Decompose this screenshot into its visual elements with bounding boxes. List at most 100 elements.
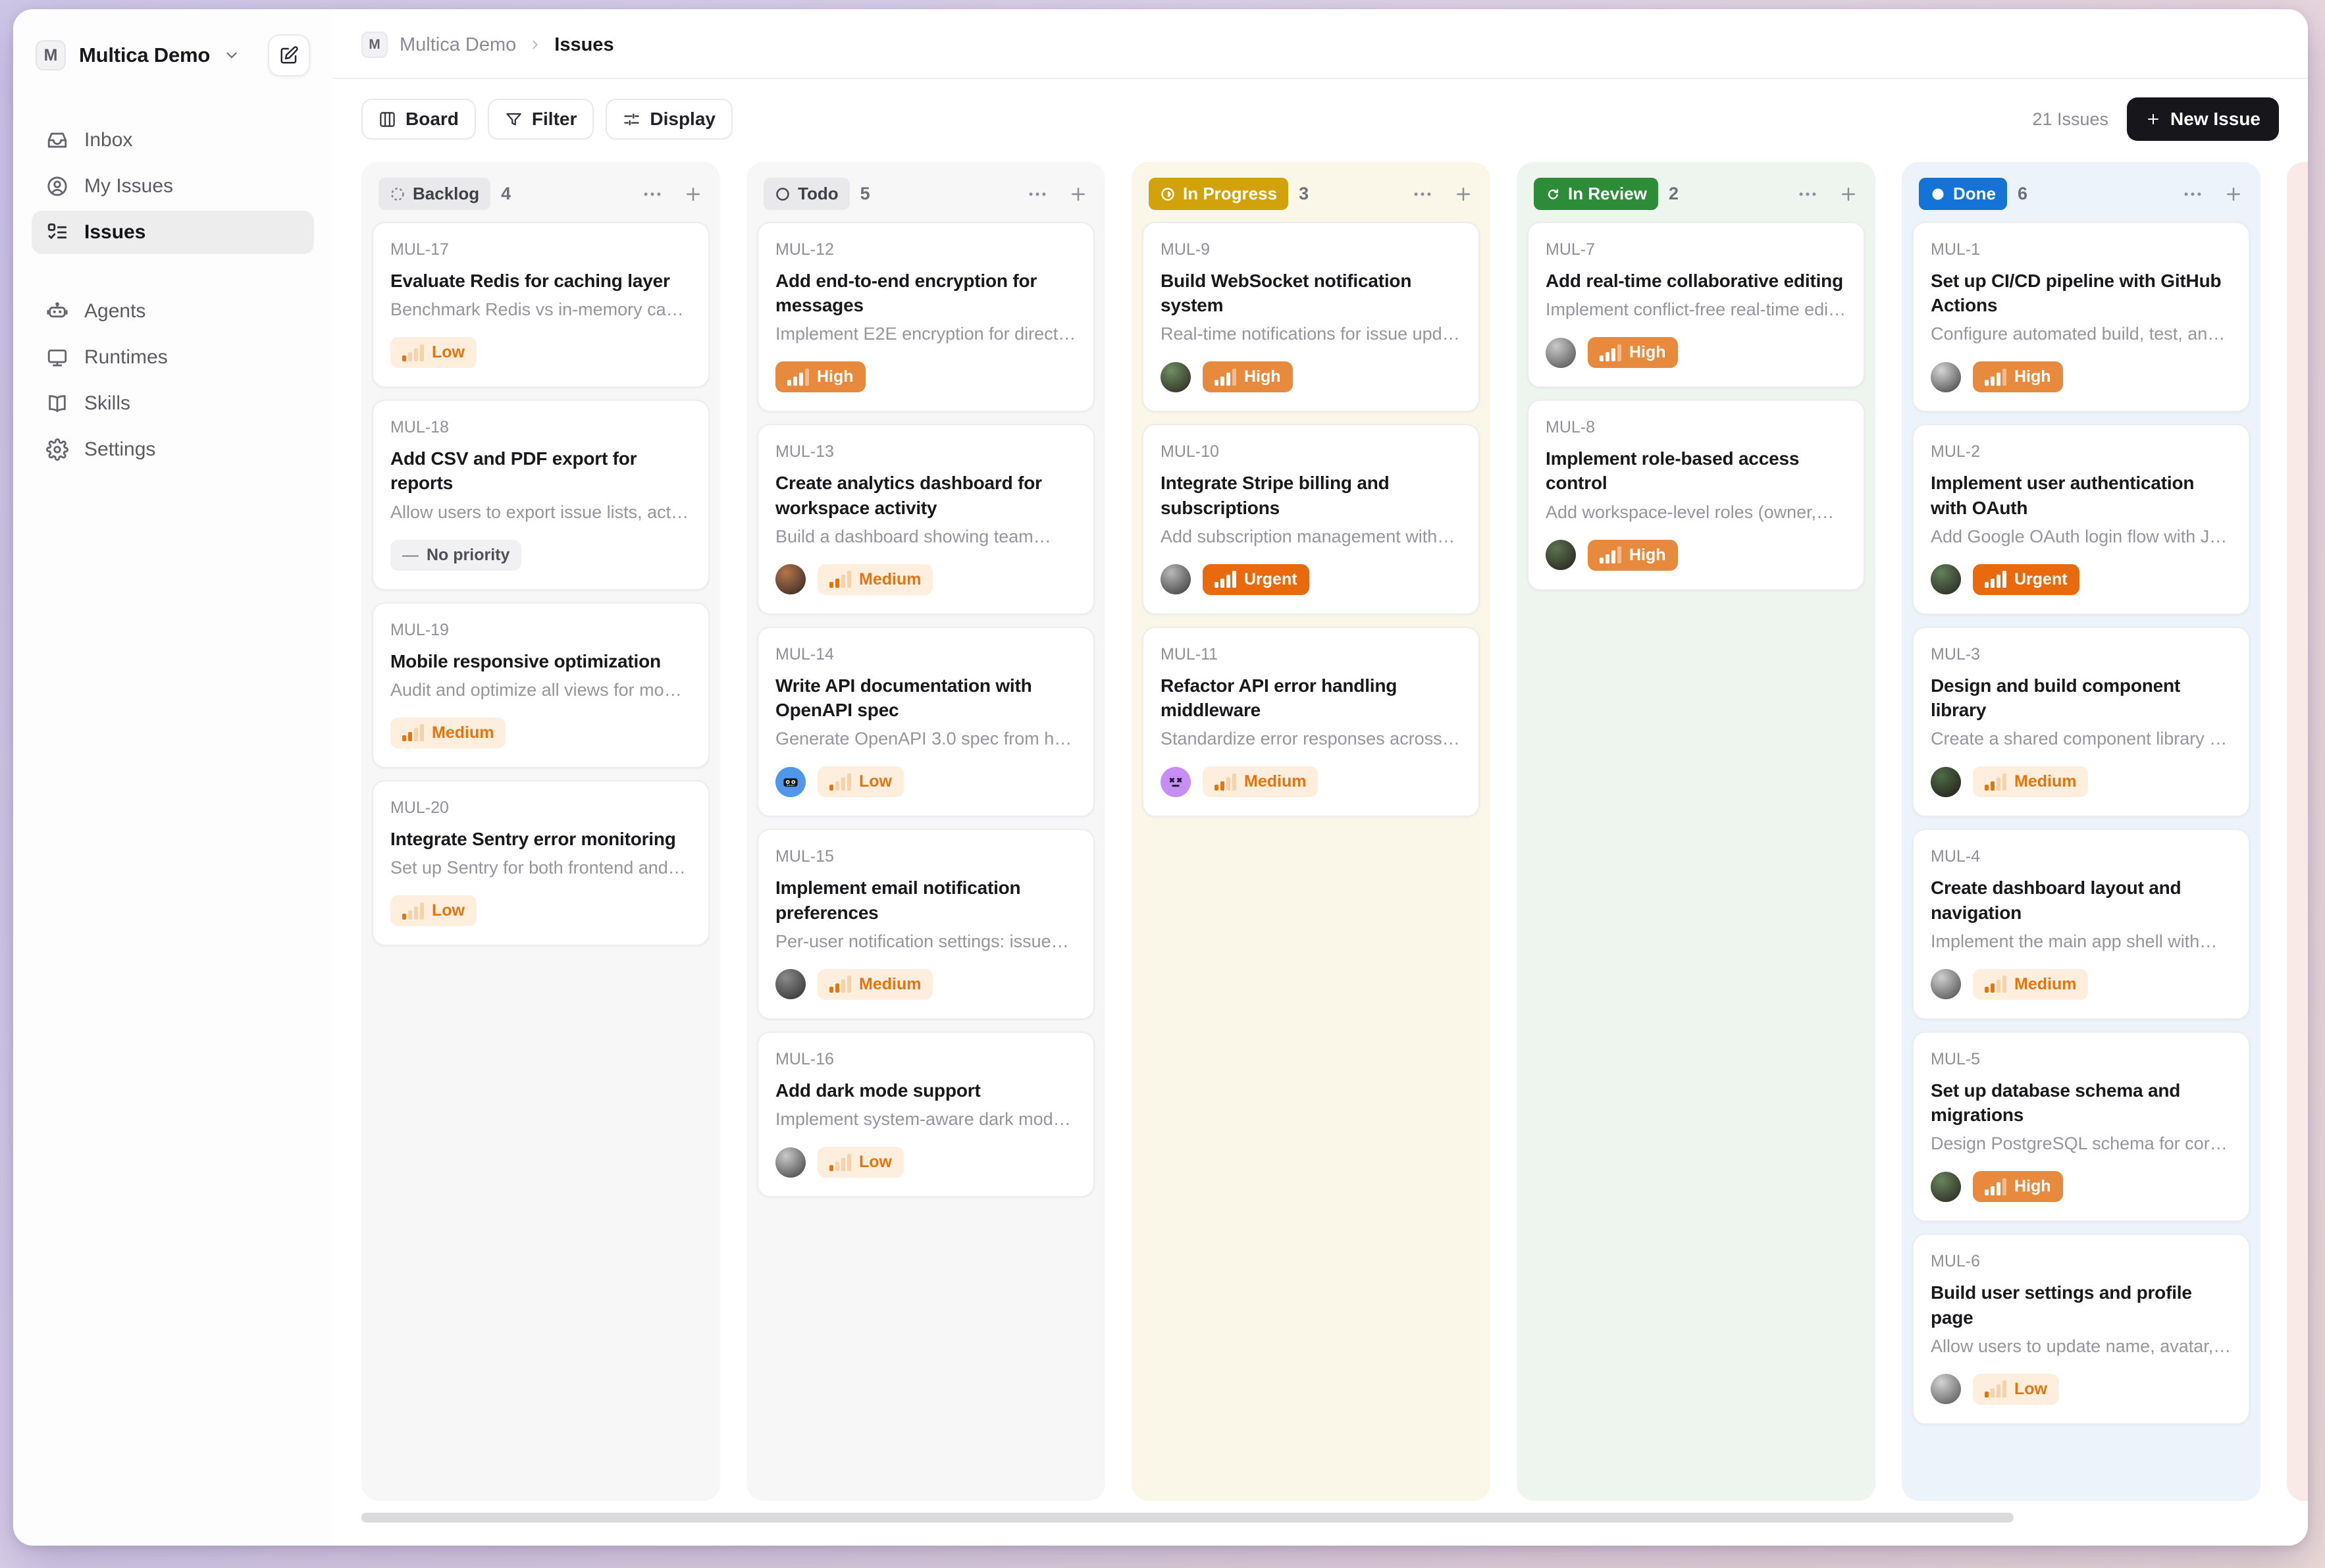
column-todo: Todo5MUL-12Add end-to-end encryption for… xyxy=(746,162,1105,1501)
priority-bars-icon xyxy=(402,902,424,920)
new-issue-button[interactable]: New Issue xyxy=(2127,97,2279,141)
issue-card-mul-11[interactable]: MUL-11Refactor API error handling middle… xyxy=(1142,627,1480,817)
issue-footer: Medium xyxy=(775,969,1076,1000)
display-button[interactable]: Display xyxy=(606,99,733,140)
issue-card-mul-1[interactable]: MUL-1Set up CI/CD pipeline with GitHub A… xyxy=(1912,222,2250,412)
issue-card-mul-6[interactable]: MUL-6Build user settings and profile pag… xyxy=(1912,1234,2250,1424)
toolbar-right: 21 Issues New Issue xyxy=(2032,97,2279,141)
issue-id: MUL-20 xyxy=(390,798,691,818)
column-add-icon[interactable] xyxy=(683,184,703,204)
column-backlog: Backlog4MUL-17Evaluate Redis for caching… xyxy=(361,162,720,1501)
issue-footer: Medium xyxy=(390,718,691,748)
issue-description: Add workspace-level roles (owner,… xyxy=(1546,502,1846,523)
issue-card-mul-8[interactable]: MUL-8Implement role-based access control… xyxy=(1527,400,1865,590)
issue-title: Add CSV and PDF export for reports xyxy=(390,446,691,495)
status-pill-inprogress: In Progress xyxy=(1149,178,1288,210)
priority-bars-icon xyxy=(1215,773,1236,791)
priority-bars-icon xyxy=(1600,546,1621,563)
workspace-avatar: M xyxy=(36,40,66,70)
issue-description: Set up Sentry for both frontend and… xyxy=(390,858,691,878)
issue-description: Allow users to export issue lists, activ… xyxy=(390,502,691,523)
issue-description: Implement E2E encryption for direct… xyxy=(775,324,1076,344)
filter-icon xyxy=(505,111,523,128)
issue-card-mul-7[interactable]: MUL-7Add real-time collaborative editing… xyxy=(1527,222,1865,388)
sidebar-item-my-issues[interactable]: My Issues xyxy=(32,165,314,208)
issue-footer: High xyxy=(1931,361,2232,392)
sidebar-item-runtimes[interactable]: Runtimes xyxy=(32,336,314,379)
issue-footer: Low xyxy=(390,337,691,368)
issue-card-mul-4[interactable]: MUL-4Create dashboard layout and navigat… xyxy=(1912,829,2250,1019)
button-label: Board xyxy=(405,109,459,130)
column-add-icon[interactable] xyxy=(1839,184,1858,204)
issue-card-mul-2[interactable]: MUL-2Implement user authentication with … xyxy=(1912,424,2250,614)
column-menu-icon[interactable] xyxy=(1411,183,1434,205)
priority-bars-icon xyxy=(1985,1380,2006,1398)
desktop-background: M Multica Demo InboxMy IssuesIssues Agen… xyxy=(0,0,2325,1568)
issue-footer: —No priority xyxy=(390,540,691,571)
status-inreview-icon xyxy=(1545,186,1561,202)
issues-icon xyxy=(46,221,68,244)
toolbar: Board Filter Display 21 Issues New Issue xyxy=(332,79,2308,158)
issue-title: Implement role-based access control xyxy=(1546,446,1846,495)
assignee-avatar xyxy=(1931,767,1961,797)
assignee-avatar xyxy=(1546,540,1576,570)
issue-title: Evaluate Redis for caching layer xyxy=(390,269,691,293)
issue-card-mul-14[interactable]: MUL-14Write API documentation with OpenA… xyxy=(757,627,1095,817)
display-icon xyxy=(623,111,640,128)
issue-footer: Medium xyxy=(775,564,1076,595)
issue-card-mul-10[interactable]: MUL-10Integrate Stripe billing and subsc… xyxy=(1142,424,1480,614)
filter-button[interactable]: Filter xyxy=(488,99,594,140)
issue-card-mul-16[interactable]: MUL-16Add dark mode supportImplement sys… xyxy=(757,1032,1095,1197)
issue-card-mul-13[interactable]: MUL-13Create analytics dashboard for wor… xyxy=(757,424,1095,614)
priority-badge: Urgent xyxy=(1973,564,2079,595)
sidebar-item-settings[interactable]: Settings xyxy=(32,428,314,471)
breadcrumb-workspace[interactable]: Multica Demo xyxy=(400,34,516,56)
issue-card-mul-20[interactable]: MUL-20Integrate Sentry error monitoringS… xyxy=(372,780,710,946)
issue-title: Add dark mode support xyxy=(775,1078,1076,1103)
column-cards: MUL-9Build WebSocket notification system… xyxy=(1132,222,1490,827)
status-label: In Review xyxy=(1568,184,1647,204)
column-add-icon[interactable] xyxy=(2224,184,2243,204)
issue-card-mul-3[interactable]: MUL-3Design and build component libraryC… xyxy=(1912,627,2250,817)
monitor-icon xyxy=(46,346,68,369)
column-menu-icon[interactable] xyxy=(1026,183,1049,205)
priority-bars-icon xyxy=(829,976,851,993)
priority-badge: High xyxy=(1973,361,2063,392)
issue-card-mul-12[interactable]: MUL-12Add end-to-end encryption for mess… xyxy=(757,222,1095,412)
workspace-switcher[interactable]: M Multica Demo xyxy=(36,40,240,70)
assignee-avatar xyxy=(1546,338,1576,368)
issue-id: MUL-10 xyxy=(1161,442,1461,461)
sidebar-item-inbox[interactable]: Inbox xyxy=(32,118,314,162)
column-menu-icon[interactable] xyxy=(1796,183,1819,205)
status-label: In Progress xyxy=(1183,184,1277,204)
issue-id: MUL-2 xyxy=(1931,442,2232,461)
column-menu-icon[interactable] xyxy=(641,183,664,205)
issue-card-mul-19[interactable]: MUL-19Mobile responsive optimizationAudi… xyxy=(372,602,710,768)
sidebar-item-issues[interactable]: Issues xyxy=(32,211,314,254)
column-count: 4 xyxy=(501,184,511,204)
compose-button[interactable] xyxy=(268,34,310,76)
issue-description: Configure automated build, test, and… xyxy=(1931,324,2232,344)
workspace-row: M Multica Demo xyxy=(32,34,314,76)
issue-description: Build a dashboard showing team… xyxy=(775,527,1076,547)
sidebar-item-skills[interactable]: Skills xyxy=(32,382,314,425)
column-actions xyxy=(1026,183,1088,205)
sidebar-item-agents[interactable]: Agents xyxy=(32,290,314,333)
board-button[interactable]: Board xyxy=(361,99,476,140)
issue-card-mul-17[interactable]: MUL-17Evaluate Redis for caching layerBe… xyxy=(372,222,710,388)
column-menu-icon[interactable] xyxy=(2181,183,2204,205)
issue-title: Implement email notification preferences xyxy=(775,875,1076,924)
priority-badge: —No priority xyxy=(390,540,521,571)
issue-description: Benchmark Redis vs in-memory cachin… xyxy=(390,300,691,320)
horizontal-scrollbar[interactable] xyxy=(361,1513,2014,1523)
column-add-icon[interactable] xyxy=(1453,184,1473,204)
app-window: M Multica Demo InboxMy IssuesIssues Agen… xyxy=(13,9,2308,1546)
issue-card-mul-18[interactable]: MUL-18Add CSV and PDF export for reports… xyxy=(372,400,710,590)
priority-badge: Medium xyxy=(818,564,933,595)
issue-footer: Urgent xyxy=(1931,564,2232,595)
issue-card-mul-15[interactable]: MUL-15Implement email notification prefe… xyxy=(757,829,1095,1019)
priority-bars-icon xyxy=(402,344,424,361)
issue-card-mul-5[interactable]: MUL-5Set up database schema and migratio… xyxy=(1912,1032,2250,1222)
column-add-icon[interactable] xyxy=(1068,184,1088,204)
issue-card-mul-9[interactable]: MUL-9Build WebSocket notification system… xyxy=(1142,222,1480,412)
